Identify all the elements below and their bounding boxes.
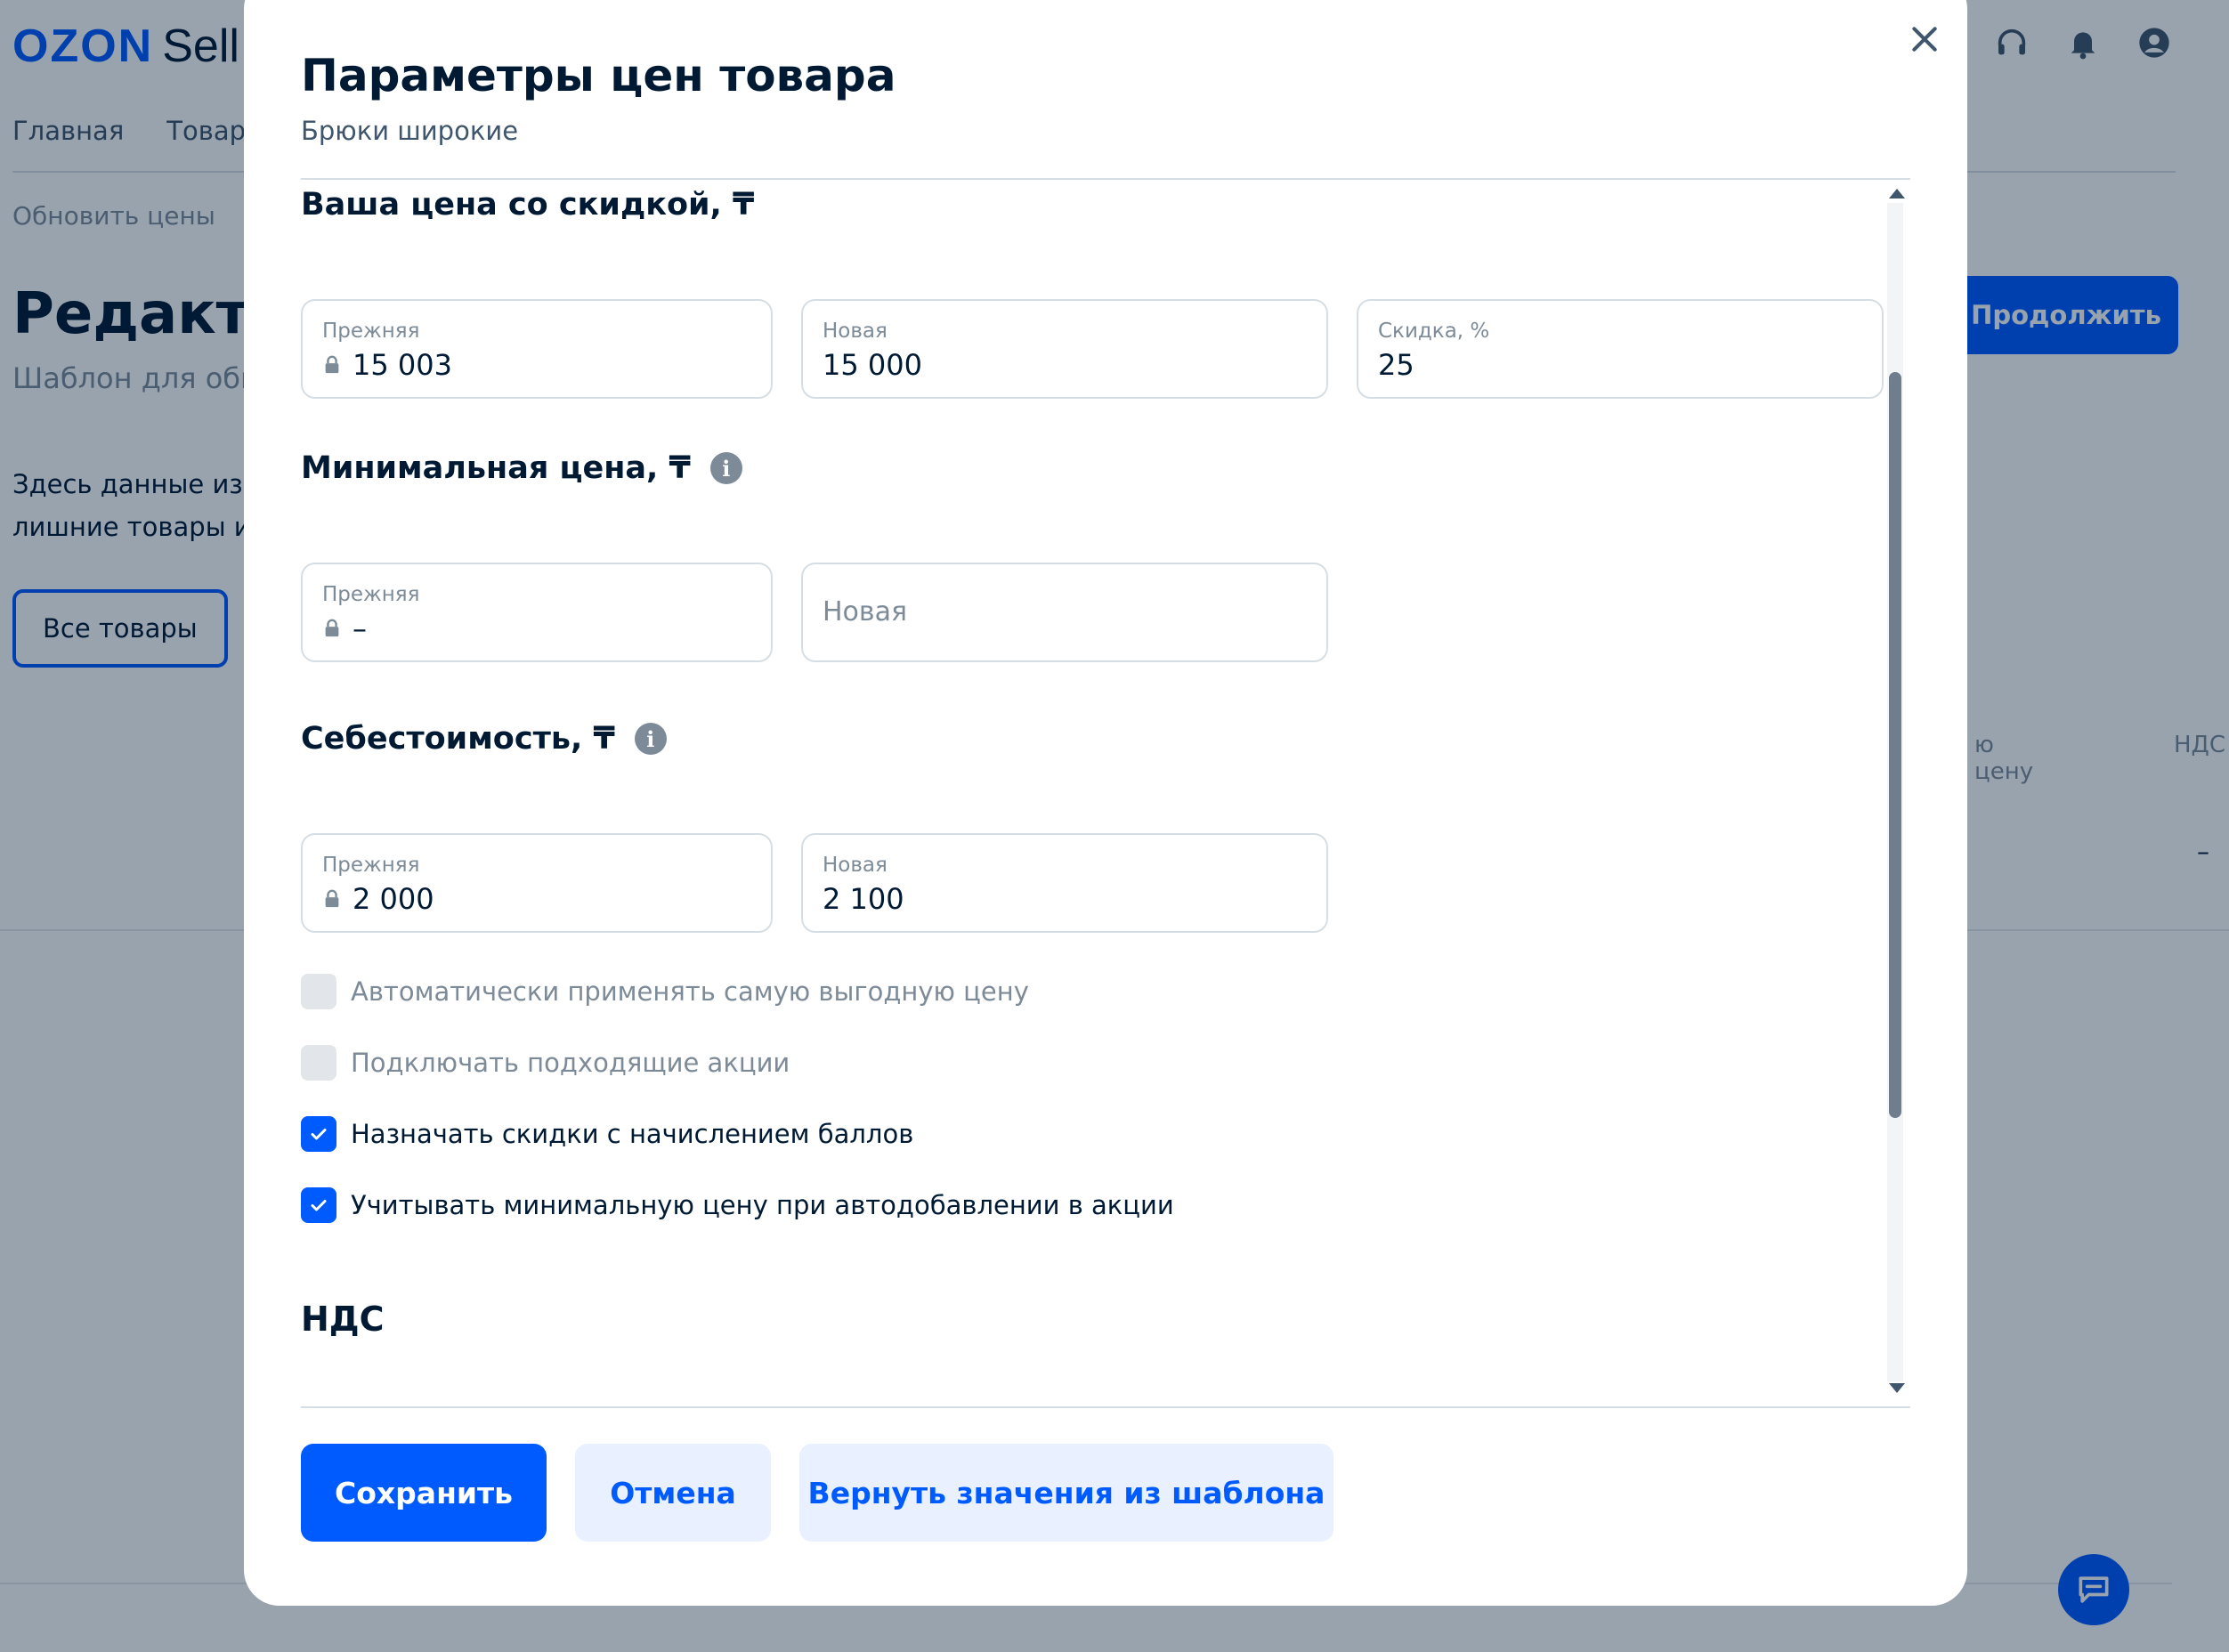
modal-subtitle: Брюки широкие [301,116,519,146]
field-value: 2 000 [353,882,434,916]
checkbox-label: Назначать скидки с начислением баллов [351,1119,914,1149]
field-label: Прежняя [322,854,420,877]
checkbox-box[interactable] [301,974,336,1009]
field-label: Прежняя [322,583,420,606]
modal-title: Параметры цен товара [301,50,896,101]
scrollbar-thumb[interactable] [1889,372,1901,1118]
section-title-discount-price: Ваша цена со скидкой, ₸ [301,187,755,223]
checkbox-box[interactable] [301,1187,336,1223]
checkmark-icon [311,1129,327,1140]
save-button[interactable]: Сохранить [301,1444,547,1542]
checkbox-label: Учитывать минимальную цену при автодобав… [351,1190,1174,1220]
info-icon[interactable]: i [709,452,742,484]
modal-divider [301,178,1910,180]
lock-icon [325,355,339,374]
checkbox-points-discounts[interactable]: Назначать скидки с начислением баллов [301,1116,913,1152]
old-cost-price-field: Прежняя 2 000 [301,833,773,933]
field-value: 2 100 [823,882,904,916]
scroll-down-arrow-icon[interactable] [1889,1383,1905,1393]
discount-percent-input[interactable]: Скидка, % 25 [1357,299,1884,399]
new-cost-price-input[interactable]: Новая 2 100 [801,833,1328,933]
field-label: Скидка, % [1378,320,1490,343]
section-title-min-price: Минимальная цена, ₸ i [301,450,742,486]
field-value: 25 [1378,348,1414,382]
field-value: 15 003 [353,348,452,382]
price-params-modal: Параметры цен товара Брюки широкие Ваша … [244,0,1967,1606]
field-label: Новая [823,854,888,877]
section-title-cost-price: Себестоимость, ₸ i [301,721,667,757]
close-icon[interactable] [1907,21,1942,57]
info-icon[interactable]: i [634,723,667,755]
checkbox-box[interactable] [301,1116,336,1152]
new-discount-price-input[interactable]: Новая 15 000 [801,299,1328,399]
reset-to-template-button[interactable]: Вернуть значения из шаблона [799,1444,1333,1542]
checkbox-min-price-autoadd[interactable]: Учитывать минимальную цену при автодобав… [301,1187,1174,1223]
old-discount-price-field: Прежняя 15 003 [301,299,773,399]
checkbox-connect-promotions[interactable]: Подключать подходящие акции [301,1045,790,1081]
checkmark-icon [311,1200,327,1211]
lock-icon [325,889,339,908]
cancel-button[interactable]: Отмена [575,1444,771,1542]
new-min-price-input[interactable]: Новая [801,563,1328,662]
checkbox-label: Подключать подходящие акции [351,1048,790,1078]
checkbox-box[interactable] [301,1045,336,1081]
field-value: – [353,611,367,645]
checkbox-auto-best-price[interactable]: Автоматически применять самую выгодную ц… [301,974,1029,1009]
checkbox-label: Автоматически применять самую выгодную ц… [351,976,1029,1007]
field-placeholder: Новая [823,596,908,628]
field-label: Прежняя [322,320,420,343]
section-title-text: Минимальная цена, ₸ [301,450,691,486]
lock-icon [325,619,339,637]
old-min-price-field: Прежняя – [301,563,773,662]
scroll-up-arrow-icon[interactable] [1889,189,1905,198]
modal-divider [301,1406,1910,1408]
section-title-text: Себестоимость, ₸ [301,721,615,757]
field-label: Новая [823,320,888,343]
field-value: 15 000 [823,348,922,382]
section-title-nds: НДС [301,1300,385,1339]
